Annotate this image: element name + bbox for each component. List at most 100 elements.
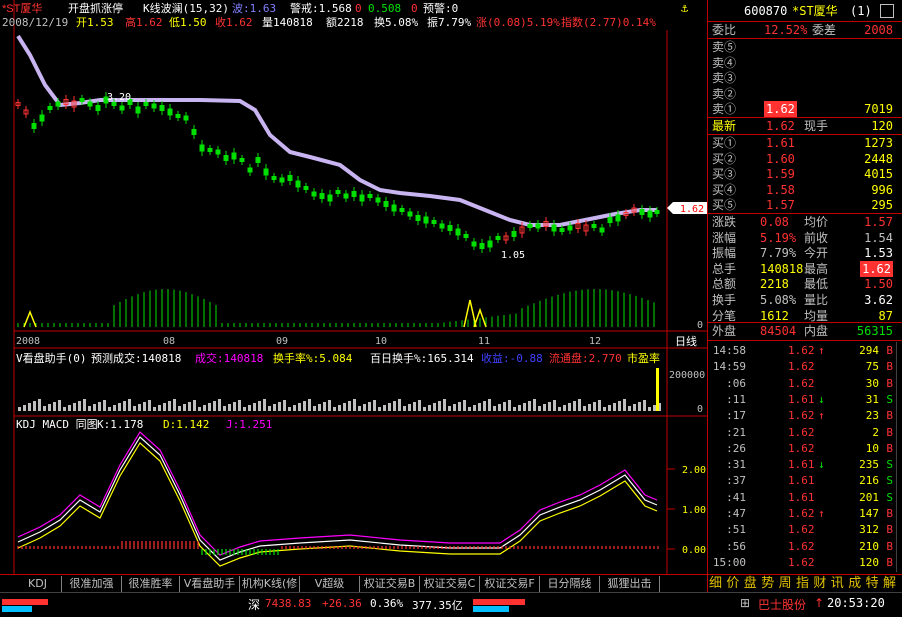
period-label[interactable]: 日线 [675,334,697,348]
volume-bar [293,405,296,411]
indicator-tab[interactable]: 日分隔线 [540,576,600,592]
quote-tab[interactable]: 细 [709,575,722,593]
candle-body [295,180,301,188]
quote-tab[interactable]: 价 [726,575,739,593]
volume-bar [103,400,106,411]
indicator-tab[interactable]: 权证交易C [420,576,480,592]
indicator-tab[interactable]: V超级MACD [300,576,360,592]
outer-inner-row: 外盘 84504 内盘 56315 [712,324,893,338]
indicator-tab[interactable]: 权证交易B [360,576,420,592]
quote-tab[interactable]: 势 [761,575,774,593]
header-val-zero: 0 [355,2,362,15]
volume-bar [173,399,176,411]
broker-name[interactable]: 巴士股份 [758,596,806,613]
stat-label-2: 最低 [804,277,829,292]
candle-body [535,223,541,229]
candle-body [335,190,341,194]
candle-body [151,103,157,109]
sell-level-3: 卖③ [708,70,902,86]
sell-label: 卖① [712,102,737,117]
tick-volume: 201 [859,490,879,504]
main-chart-area[interactable]: *ST厦华 开盘抓涨停 K线波澜(15,32) 波:1.63 警戒:1.568 … [0,0,707,592]
page-scroll-button[interactable] [880,4,894,18]
indicator-tab[interactable]: 狐狸出击 [600,576,660,592]
tick-volume: 10 [865,441,879,455]
candle-body [343,193,349,199]
tick-scrollbar[interactable] [896,342,902,572]
tick-time: :51 [726,523,746,537]
stat-row-1: 涨幅 5.19% 前收 1.54 [708,230,902,246]
tick-arrow: ↓ [818,392,825,406]
volume-bar [93,404,96,411]
volume-bar [373,400,376,411]
tick-volume: 216 [859,474,879,488]
volume-bar [468,407,471,411]
candle-body [215,149,221,155]
tick-time: :17 [726,409,746,423]
tick-side: B [886,523,893,537]
tick-side: B [886,360,893,374]
broker-arrow: ↑ [814,596,825,610]
volume-bar [153,407,156,411]
volume-bar [563,405,566,411]
tick-side: S [886,490,893,504]
tick-side: B [886,376,893,390]
quote-tab[interactable]: 财 [813,575,826,593]
stat-label-2: 今开 [804,246,829,261]
quote-tab[interactable]: 特 [866,575,879,593]
buy-volume: 996 [871,182,893,197]
indicator-tab[interactable]: 很准加强 [62,576,122,592]
volume-bar [628,406,631,411]
vol-pe: 市盈率 [627,351,660,365]
broker-icon[interactable]: ⊞ [740,596,750,610]
volume-bar [618,401,621,411]
sell-price: 1.62 [764,101,797,118]
volume-bar [463,400,466,411]
candle-body [135,106,141,114]
volume-bar [378,407,381,411]
indicator-tab[interactable]: 机构K线(修 [240,576,300,592]
volume-bar [443,399,446,411]
price-tag: 1.62 [667,202,707,215]
anchor-icon[interactable]: ⚓ [681,1,689,15]
candle-body [471,241,477,247]
quote-tab[interactable]: 盘 [744,575,757,593]
candle-body [263,168,269,176]
quote-tab[interactable]: 指 [796,575,809,593]
candle-body [391,204,397,212]
candle-body [191,129,197,135]
indicator-tab[interactable]: 权证交易F [480,576,540,592]
indicator-tab[interactable]: V看盘助手 [180,576,240,592]
volume-bar [83,399,86,411]
tick-row: :21 1.62 2 B [708,425,902,441]
tick-volume: 210 [859,539,879,553]
quote-tab[interactable]: 讯 [831,575,844,593]
volume-bar [588,404,591,411]
indicator-tab[interactable]: KDJ [14,576,62,592]
wei-bi-row: 委比 12.52% 委差 2008 [712,23,893,37]
volume-bar [318,404,321,411]
volume-bar [108,407,111,411]
candle-body [303,186,309,190]
quote-tab[interactable]: 解 [883,575,896,593]
volume-bar [423,407,426,411]
buy-volume: 295 [871,198,893,213]
candle-body [551,224,557,232]
stat-value: 2218 [760,277,789,292]
volume-bar [353,399,356,411]
stat-label: 总手 [712,261,737,276]
volume-bar [598,400,601,411]
volume-bar [183,404,186,411]
volume-bar [68,405,71,411]
indicator-tab[interactable]: 很准胜率 [122,576,180,592]
candle-body [207,148,213,152]
stat-value-2: 1.53 [864,246,893,261]
quote-tab[interactable]: 周 [779,575,792,593]
volume-bar [503,402,506,411]
info-amount: 额2218 [326,16,364,29]
volume-bar [328,400,331,411]
buy-price: 1.57 [766,198,795,213]
volume-bar [613,403,616,411]
quote-tab[interactable]: 成 [848,575,861,593]
stat-row-2: 振幅 7.79% 今开 1.53 [708,245,902,261]
